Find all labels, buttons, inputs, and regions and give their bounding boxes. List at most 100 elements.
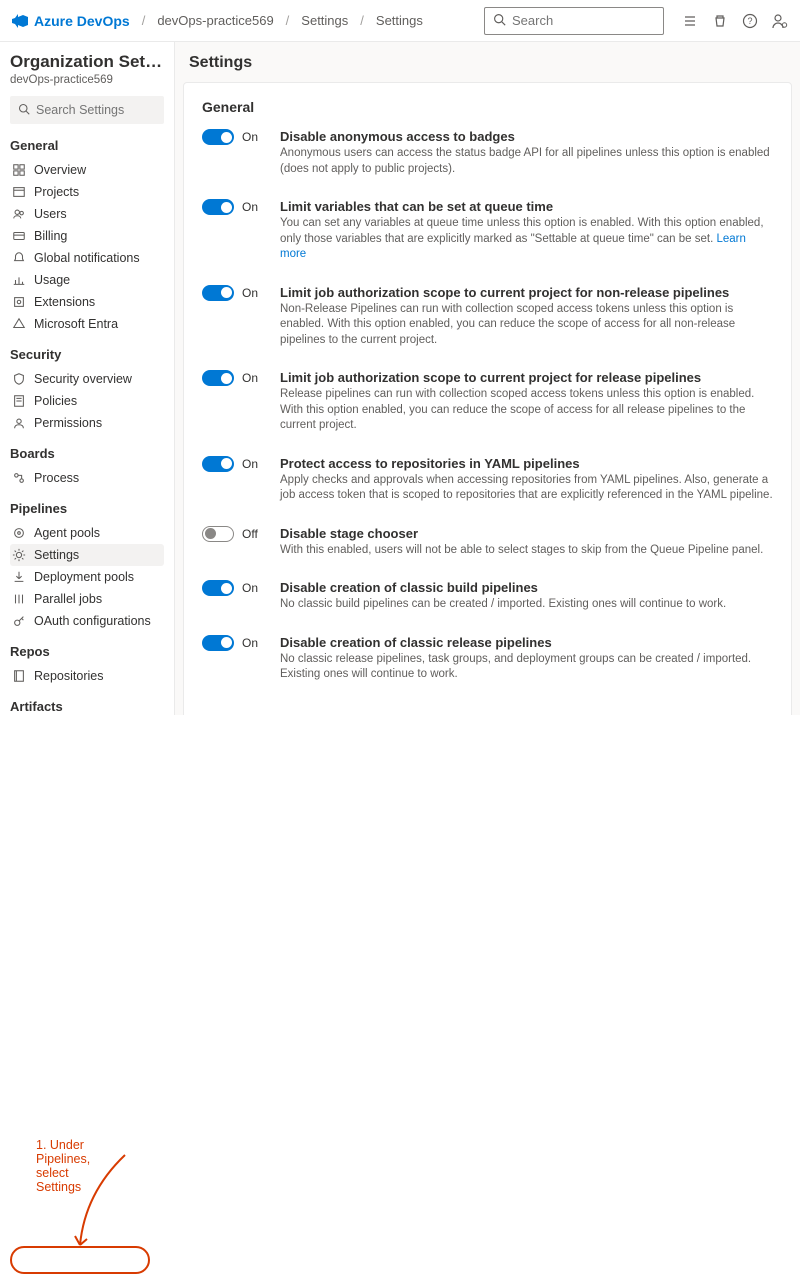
breadcrumb-sep: / xyxy=(282,13,294,28)
process-icon xyxy=(12,471,26,485)
sidebar-item-label: Usage xyxy=(34,273,70,287)
setting-row: OnDisable creation of classic build pipe… xyxy=(202,580,773,613)
setting-row: OnDisable creation of classic release pi… xyxy=(202,635,773,683)
agent-icon xyxy=(12,526,26,540)
sidebar: Organization Settin… devOps-practice569 … xyxy=(0,42,175,715)
toggle-switch[interactable] xyxy=(202,370,234,386)
extensions-icon xyxy=(12,295,26,309)
global-search-input[interactable] xyxy=(512,13,655,28)
product-logo[interactable]: Azure DevOps xyxy=(12,13,130,29)
sidebar-item-label: OAuth configurations xyxy=(34,614,151,628)
sidebar-item-label: Agent pools xyxy=(34,526,100,540)
sidebar-item-permissions[interactable]: Permissions xyxy=(10,412,164,434)
org-name: devOps-practice569 xyxy=(10,74,164,86)
breadcrumb-org[interactable]: devOps-practice569 xyxy=(157,13,273,28)
sidebar-heading: Security xyxy=(10,347,164,362)
setting-title: Protect access to repositories in YAML p… xyxy=(280,456,773,471)
sidebar-heading: Boards xyxy=(10,446,164,461)
sidebar-heading: Artifacts xyxy=(10,699,164,714)
policies-icon xyxy=(12,394,26,408)
sidebar-item-users[interactable]: Users xyxy=(10,203,164,225)
oauth-icon xyxy=(12,614,26,628)
toggle-switch[interactable] xyxy=(202,129,234,145)
sidebar-item-label: Projects xyxy=(34,185,79,199)
sidebar-item-repositories[interactable]: Repositories xyxy=(10,665,164,687)
sidebar-item-security-overview[interactable]: Security overview xyxy=(10,368,164,390)
sidebar-item-label: Repositories xyxy=(34,669,103,683)
sidebar-item-projects[interactable]: Projects xyxy=(10,181,164,203)
sidebar-item-overview[interactable]: Overview xyxy=(10,159,164,181)
setting-description: No classic release pipelines, task group… xyxy=(280,652,773,683)
setting-row: OnDisable anonymous access to badgesAnon… xyxy=(202,129,773,177)
toggle-state-label: On xyxy=(242,457,258,471)
sidebar-item-process[interactable]: Process xyxy=(10,467,164,489)
breadcrumb-page[interactable]: Settings xyxy=(376,13,423,28)
sidebar-item-microsoft-entra[interactable]: Microsoft Entra xyxy=(10,313,164,335)
settings-search-input[interactable] xyxy=(36,103,156,117)
setting-description: Release pipelines can run with collectio… xyxy=(280,387,773,434)
search-icon xyxy=(18,103,30,118)
projects-icon xyxy=(12,185,26,199)
billing-icon xyxy=(12,229,26,243)
sidebar-heading: Repos xyxy=(10,644,164,659)
annotation-arrow xyxy=(70,1153,140,1253)
sidebar-item-agent-pools[interactable]: Agent pools xyxy=(10,522,164,544)
help-icon[interactable]: ? xyxy=(742,13,758,29)
setting-description: Apply checks and approvals when accessin… xyxy=(280,473,773,504)
sidebar-item-oauth-configurations[interactable]: OAuth configurations xyxy=(10,610,164,632)
sidebar-item-usage[interactable]: Usage xyxy=(10,269,164,291)
azure-devops-icon xyxy=(12,13,28,29)
sidebar-item-parallel-jobs[interactable]: Parallel jobs xyxy=(10,588,164,610)
sidebar-item-billing[interactable]: Billing xyxy=(10,225,164,247)
list-icon[interactable] xyxy=(682,13,698,29)
sidebar-item-label: Global notifications xyxy=(34,251,140,265)
toggle-switch[interactable] xyxy=(202,635,234,651)
marketplace-icon[interactable] xyxy=(712,13,728,29)
sidebar-item-label: Parallel jobs xyxy=(34,592,102,606)
learn-more-link[interactable]: Learn more xyxy=(280,233,746,261)
sidebar-item-settings[interactable]: Settings xyxy=(10,544,164,566)
setting-description: No classic build pipelines can be create… xyxy=(280,597,773,613)
sidebar-item-label: Settings xyxy=(34,548,79,562)
sidebar-item-policies[interactable]: Policies xyxy=(10,390,164,412)
gear-icon xyxy=(12,548,26,562)
toggle-switch[interactable] xyxy=(202,199,234,215)
toggle-switch[interactable] xyxy=(202,285,234,301)
breadcrumb-area[interactable]: Settings xyxy=(301,13,348,28)
toggle-switch[interactable] xyxy=(202,526,234,542)
setting-row: OnLimit job authorization scope to curre… xyxy=(202,370,773,434)
settings-search[interactable] xyxy=(10,96,164,124)
sidebar-item-label: Deployment pools xyxy=(34,570,134,584)
bell-icon xyxy=(12,251,26,265)
top-icon-row: ? xyxy=(682,13,788,29)
sidebar-item-deployment-pools[interactable]: Deployment pools xyxy=(10,566,164,588)
top-bar: Azure DevOps / devOps-practice569 / Sett… xyxy=(0,0,800,42)
user-settings-icon[interactable] xyxy=(772,13,788,29)
repo-icon xyxy=(12,669,26,683)
setting-title: Limit job authorization scope to current… xyxy=(280,285,773,300)
sidebar-item-extensions[interactable]: Extensions xyxy=(10,291,164,313)
toggle-state-label: Off xyxy=(242,527,258,541)
sidebar-item-label: Microsoft Entra xyxy=(34,317,118,331)
toggle-switch[interactable] xyxy=(202,456,234,472)
setting-row: OnLimit job authorization scope to curre… xyxy=(202,285,773,349)
entra-icon xyxy=(12,317,26,331)
global-search[interactable] xyxy=(484,7,664,35)
deployment-icon xyxy=(12,570,26,584)
setting-description: Non-Release Pipelines can run with colle… xyxy=(280,302,773,349)
sidebar-item-label: Users xyxy=(34,207,67,221)
setting-title: Limit variables that can be set at queue… xyxy=(280,199,773,214)
product-name: Azure DevOps xyxy=(34,13,130,29)
setting-description: Anonymous users can access the status ba… xyxy=(280,146,773,177)
sidebar-item-global-notifications[interactable]: Global notifications xyxy=(10,247,164,269)
svg-text:?: ? xyxy=(747,16,752,26)
toggle-switch[interactable] xyxy=(202,580,234,596)
sidebar-item-label: Policies xyxy=(34,394,77,408)
setting-description: You can set any variables at queue time … xyxy=(280,216,773,263)
users-icon xyxy=(12,207,26,221)
toggle-state-label: On xyxy=(242,581,258,595)
setting-description: With this enabled, users will not be abl… xyxy=(280,543,773,559)
annotation-highlight xyxy=(10,1246,150,1274)
annotation-text: 1. Under Pipelines, select Settings xyxy=(34,1137,92,1195)
setting-row: On Protect access to repositories in YAML… xyxy=(202,456,773,504)
